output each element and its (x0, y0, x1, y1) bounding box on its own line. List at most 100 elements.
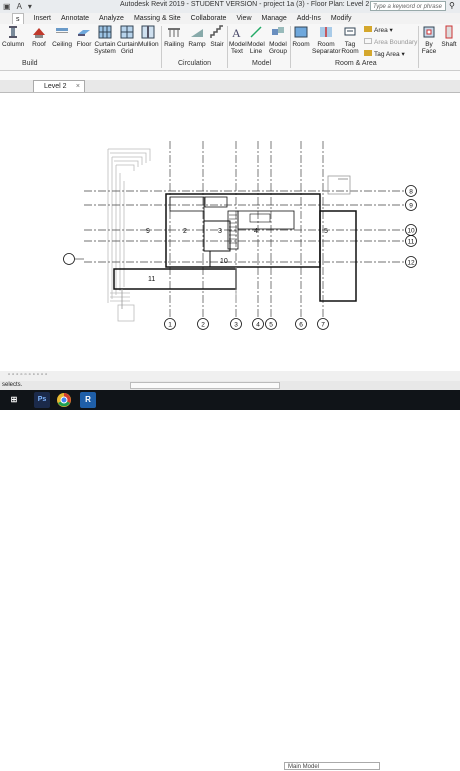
room-tag: 10 (220, 258, 228, 265)
room-tag: 9 (146, 228, 150, 235)
drawing-area[interactable]: 9 2 3 4 5 10 11 1 2 3 4 5 6 7 8 9 10 11 … (0, 93, 460, 371)
grid-bubble-label: 5 (269, 322, 273, 329)
revit-icon[interactable]: R (80, 392, 96, 408)
building-walls (113, 175, 357, 309)
column-label: Column (2, 41, 25, 48)
tab-analyze[interactable]: Analyze (99, 13, 124, 24)
grid-bubbles-bottom: 1 2 3 4 5 6 7 (164, 318, 329, 330)
tab-manage[interactable]: Manage (262, 13, 287, 24)
room-tag: 4 (254, 228, 258, 235)
stair-button[interactable]: Stair (208, 25, 226, 48)
tab-modify[interactable]: Modify (331, 13, 352, 24)
room-tag: 5 (324, 228, 328, 235)
quick-access-toolbar: ▣ A ▾ (0, 0, 32, 13)
area-boundary-label: Area Boundary (374, 39, 418, 46)
ribbon: Column Roof Ceiling Floor Curtain System… (0, 24, 460, 71)
shaft-label: Shaft (441, 41, 457, 48)
model-group-button[interactable]: Model Group (268, 25, 288, 55)
model-group-icon (272, 27, 284, 35)
windows-start-icon[interactable]: ⊞ (6, 392, 22, 408)
tab-view[interactable]: View (236, 13, 251, 24)
ceiling-icon (56, 28, 68, 33)
area-icon (364, 26, 372, 32)
floor-button[interactable]: Floor (76, 25, 92, 48)
panel-separator (227, 26, 228, 68)
room-tag: 2 (183, 228, 187, 235)
room-tag: 3 (218, 228, 222, 235)
binoculars-icon[interactable]: ⚲ (449, 1, 455, 10)
stair-icon (210, 25, 223, 38)
column-button[interactable]: Column (2, 25, 24, 48)
grid-bubble-label: 11 (408, 239, 415, 246)
grid-bubbles-right: 8 9 10 11 12 (405, 185, 417, 268)
title-bar: ▣ A ▾ Autodesk Revit 2019 - STUDENT VERS… (0, 0, 460, 13)
by-face-label: By Face (421, 41, 437, 55)
build-panel-label: Build (22, 60, 38, 67)
ceiling-label: Ceiling (52, 41, 72, 48)
tab-add-ins[interactable]: Add-Ins (297, 13, 321, 24)
tab-insert[interactable]: Insert (34, 13, 52, 24)
svg-text:A: A (232, 26, 241, 39)
railing-button[interactable]: Railing (164, 25, 184, 48)
model-panel-label: Model (252, 60, 272, 67)
shaft-button[interactable]: Shaft (440, 25, 458, 48)
tab-annotate[interactable]: Annotate (61, 13, 89, 24)
grid-bubble-label: 3 (234, 322, 238, 329)
site-contours (107, 148, 151, 322)
tag-room-button[interactable]: Tag Room (341, 25, 359, 55)
tab-architecture[interactable]: s (12, 13, 24, 24)
area-button[interactable]: Area ▾ (364, 26, 393, 34)
view-tabs: Level 2 × (0, 80, 460, 93)
model-line-button[interactable]: Model Line (247, 25, 265, 55)
ramp-button[interactable]: Ramp (188, 25, 206, 48)
text-icon[interactable]: A (17, 2, 22, 11)
ramp-icon (191, 29, 203, 37)
area-boundary-button[interactable]: Area Boundary (364, 38, 417, 46)
search-input[interactable]: Type a keyword or phrase (370, 1, 446, 11)
ceiling-button[interactable]: Ceiling (52, 25, 72, 48)
room-separator-button[interactable]: Room Separator (312, 25, 341, 55)
grid-bubble-label: 7 (321, 322, 325, 329)
dropdown-icon[interactable]: ▾ (28, 2, 32, 11)
room-button[interactable]: Room (292, 25, 310, 48)
horizontal-grid-lines (84, 190, 405, 263)
tag-area-button[interactable]: Tag Area ▾ (364, 50, 405, 58)
tag-area-icon (364, 50, 372, 56)
chrome-icon[interactable] (56, 392, 72, 408)
view-controls-icon[interactable]: ▫▫▫▫▫▫▫▫▫▫ (8, 372, 49, 378)
photoshop-icon[interactable]: Ps (34, 392, 50, 408)
grid-bubble-label: 6 (299, 322, 303, 329)
chrome-logo (57, 393, 71, 407)
tab-massing-site[interactable]: Massing & Site (134, 13, 181, 24)
room-area-panel-label: Room & Area (335, 60, 377, 67)
active-model-select[interactable]: Main Model (284, 762, 380, 770)
room-separator-label: Room Separator (312, 41, 341, 55)
roof-button[interactable]: Roof (30, 25, 48, 48)
by-face-button[interactable]: By Face (420, 25, 438, 55)
view-tab-label: Level 2 (44, 83, 67, 90)
workset-field[interactable] (130, 382, 280, 389)
status-text: selects. (2, 382, 23, 388)
model-text-button[interactable]: A Model Text (229, 25, 247, 55)
stair-label: Stair (210, 41, 224, 48)
taskbar: ⊞ Ps R (0, 390, 460, 410)
close-icon[interactable]: × (76, 81, 80, 93)
tab-collaborate[interactable]: Collaborate (191, 13, 227, 24)
panel-separator (418, 26, 419, 68)
curtain-system-label: Curtain System (94, 41, 116, 55)
grid-bubble-label: 2 (201, 322, 205, 329)
ribbon-tabs: s Insert Annotate Analyze Massing & Site… (0, 13, 460, 24)
model-line-icon (250, 26, 262, 38)
by-face-icon (423, 26, 435, 38)
tag-area-label: Tag Area (374, 51, 400, 58)
curtain-grid-button[interactable]: Curtain Grid (117, 25, 138, 55)
grid-bubble-label: 9 (409, 203, 413, 210)
curtain-system-button[interactable]: Curtain System (94, 25, 116, 55)
view-tab-level-2[interactable]: Level 2 × (33, 80, 85, 92)
model-text-icon: A (232, 26, 241, 39)
mullion-button[interactable]: Mullion (138, 25, 159, 48)
grid-bubble-label: 8 (409, 189, 413, 196)
save-icon[interactable]: ▣ (3, 2, 11, 11)
room-separator-icon (320, 27, 332, 37)
column-icon (9, 26, 17, 38)
